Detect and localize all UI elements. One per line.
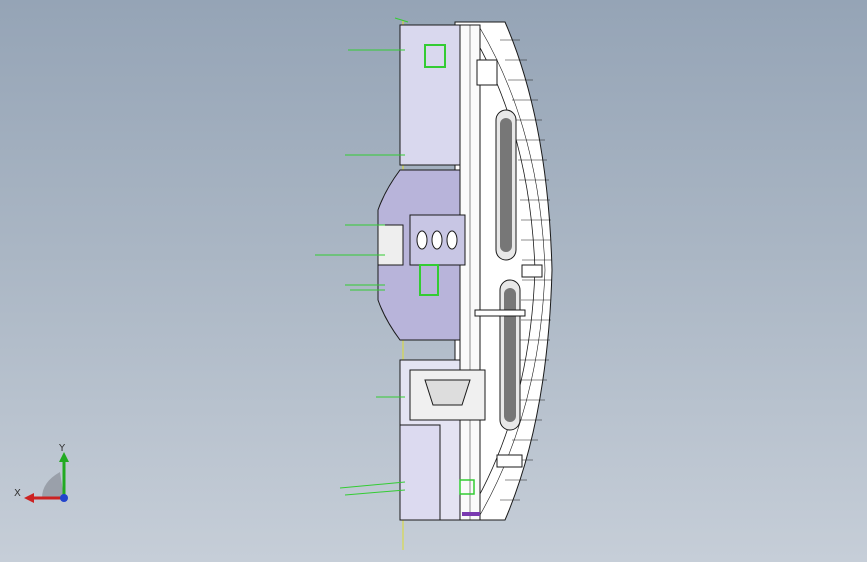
y-axis-label: Y xyxy=(58,443,66,454)
lower-slot-inner xyxy=(504,288,516,422)
upper-slot-inner xyxy=(500,118,512,252)
block-mid[interactable] xyxy=(521,264,543,278)
z-axis-dot xyxy=(60,494,68,502)
housing-hole-3 xyxy=(446,230,458,250)
housing-side-block[interactable] xyxy=(377,224,404,266)
graphics-viewport[interactable]: X Y xyxy=(0,0,867,562)
x-axis-arrow xyxy=(24,493,34,503)
coordinate-triad: X Y xyxy=(14,443,69,503)
cross-bar[interactable] xyxy=(474,309,526,317)
block-top[interactable] xyxy=(476,59,498,86)
base-marker xyxy=(462,512,480,516)
lower-bracket-cutout xyxy=(424,379,471,406)
cad-model-view[interactable] xyxy=(0,0,867,562)
lower-cover[interactable] xyxy=(399,424,441,521)
x-axis-label: X xyxy=(14,488,21,499)
housing-hole-2 xyxy=(431,230,443,250)
block-bottom[interactable] xyxy=(496,454,523,468)
housing-hole-1 xyxy=(416,230,428,250)
triad-xz-wedge xyxy=(42,472,64,498)
